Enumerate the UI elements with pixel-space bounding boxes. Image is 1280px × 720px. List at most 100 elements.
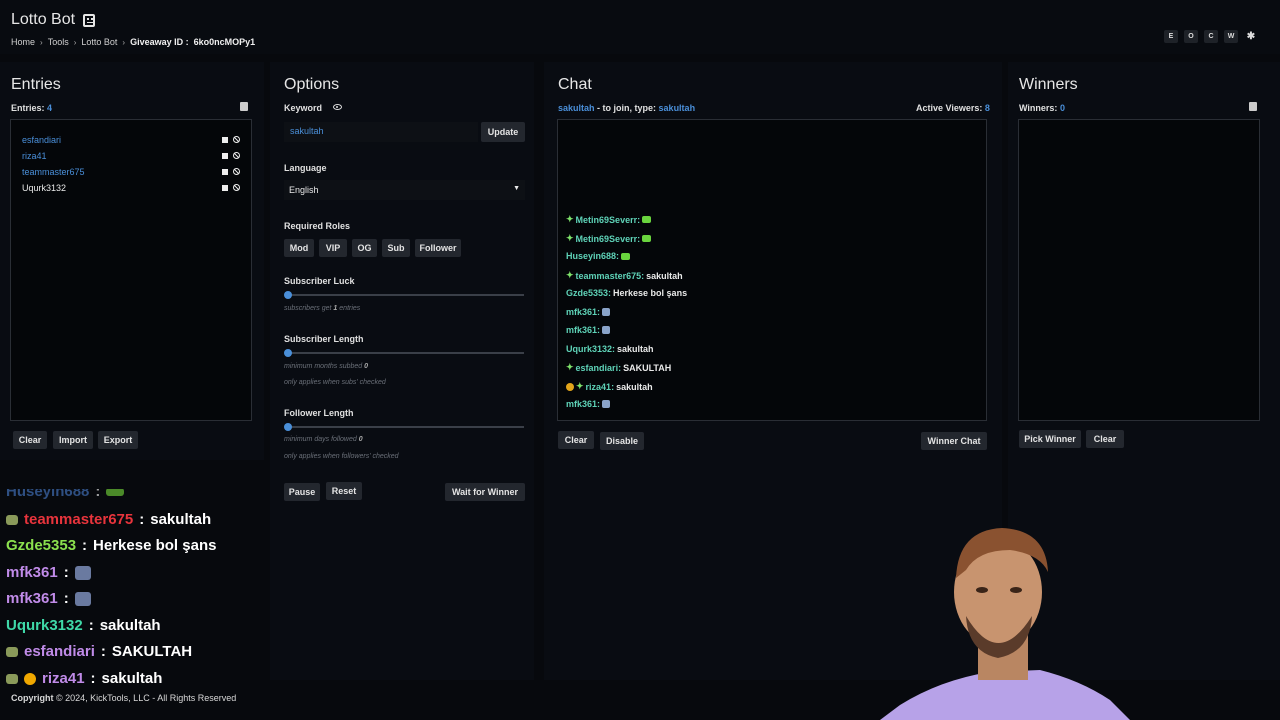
follower-length-handle[interactable] [284,423,292,431]
chat-text: Herkese bol şans [613,288,688,298]
import-button[interactable]: Import [53,431,93,449]
overlay-chat-line: esfandiari : SAKULTAH [6,643,192,660]
active-viewers: Active Viewers: 8 [916,103,990,113]
subscriber-length-label: Subscriber Length [284,334,364,344]
wait-for-winner-button[interactable]: Wait for Winner [445,483,525,501]
breadcrumb-lotto-bot[interactable]: Lotto Bot [81,37,117,47]
subscriber-length-value: 0 [364,363,369,370]
follower-length-hint: minimum days followed 0 [284,436,363,443]
overlay-separator: : [63,590,69,607]
pause-button[interactable]: Pause [284,483,320,501]
winner-chat-button[interactable]: Winner Chat [921,432,987,450]
keyword-label: Keyword [284,103,323,113]
chat-disable-button[interactable]: Disable [600,432,644,450]
overlay-separator: : [139,511,145,528]
chat-message: mfk361: [566,399,611,409]
subscriber-luck-handle[interactable] [284,291,292,299]
entry-name: Uqurk3132 [22,183,67,193]
overlay-text: sakultah [150,511,212,528]
winners-list [1018,119,1260,421]
emote-icon [602,326,611,334]
keyword-input[interactable]: sakultah [284,122,478,142]
role-vip-button[interactable]: VIP [319,239,347,257]
join-keyword: sakultah [658,103,696,113]
entries-clear-button[interactable]: Clear [13,431,47,449]
export-button[interactable]: Export [98,431,138,449]
chat-message: mfk361: [566,307,611,317]
chat-text: sakultah [617,344,654,354]
subscriber-length-handle[interactable] [284,349,292,357]
subscriber-length-slider[interactable] [288,352,524,354]
emote-icon [74,591,91,606]
chat-username: riza41: [585,381,615,392]
overlay-separator: : [100,643,106,660]
update-button[interactable]: Update [481,122,525,142]
ban-icon[interactable] [233,168,240,175]
square-icon[interactable] [222,136,228,143]
chevron-right-icon: › [122,37,126,47]
role-og-button[interactable]: OG [352,239,377,257]
role-follower-button[interactable]: Follower [415,239,461,257]
square-icon[interactable] [222,184,228,191]
corner-button-c[interactable]: C [1204,30,1218,43]
square-icon[interactable] [222,152,228,159]
chat-username: esfandiari: [575,362,622,373]
subscriber-luck-slider[interactable] [288,294,524,296]
options-panel [270,62,534,680]
copy-icon[interactable] [240,102,248,111]
chat-username: teammaster675: [575,270,645,281]
star-icon: ✦ [566,362,574,372]
breadcrumb-giveaway-label: Giveaway ID : [130,37,189,47]
role-mod-button[interactable]: Mod [284,239,314,257]
follower-length-slider[interactable] [288,426,524,428]
corner-buttons: E O C W ✱ [1164,30,1258,43]
chat-clear-button[interactable]: Clear [558,431,594,449]
follower-length-note: only applies when followers' checked [284,453,399,460]
badge-icon [6,673,18,684]
overlay-chat-line: Uqurk3132 : sakultah [6,617,161,634]
ban-icon[interactable] [233,136,240,143]
pick-winner-button[interactable]: Pick Winner [1019,430,1081,448]
entry-controls [222,136,240,143]
asterisk-icon[interactable]: ✱ [1244,30,1258,43]
overlay-text: Herkese bol şans [93,537,217,554]
overlay-separator: : [82,537,88,554]
corner-button-e[interactable]: E [1164,30,1178,43]
winners-clear-button[interactable]: Clear [1086,430,1124,448]
star-icon: ✦ [566,214,574,224]
role-sub-button[interactable]: Sub [382,239,410,257]
winners-count-label: Winners: [1019,103,1058,113]
emote-icon [74,565,91,580]
overlay-chat-line: Huseyin688 : [6,489,125,500]
overlay-separator: : [88,617,94,634]
entries-count-label: Entries: [11,103,45,113]
breadcrumb-home[interactable]: Home [11,37,35,47]
winners-count-row: Winners: 0 [1019,103,1065,113]
footer-text: © 2024, KickTools, LLC - All Rights Rese… [56,693,237,703]
breadcrumb-tools[interactable]: Tools [48,37,69,47]
breadcrumb-giveaway-id: 6ko0ncMOPy1 [193,37,256,47]
corner-button-w[interactable]: W [1224,30,1238,43]
copy-icon[interactable] [1249,102,1257,111]
overlay-username: Uqurk3132 [6,617,83,634]
chat-username: mfk361: [566,325,601,335]
language-value: English [289,185,319,195]
square-icon[interactable] [222,168,228,175]
breadcrumb: Home › Tools › Lotto Bot › Giveaway ID :… [11,37,255,47]
ban-icon[interactable] [233,184,240,191]
winners-heading: Winners [1019,76,1078,93]
entry-name: teammaster675 [22,167,85,177]
follower-length-label: Follower Length [284,408,354,418]
language-select[interactable]: English ▼ [284,180,525,200]
reset-button[interactable]: Reset [326,482,362,500]
chat-username: mfk361: [566,399,601,409]
overlay-text: sakultah [101,670,163,687]
entry-name: esfandiari [22,135,62,145]
ban-icon[interactable] [233,152,240,159]
corner-button-o[interactable]: O [1184,30,1198,43]
options-heading: Options [284,76,340,93]
eye-icon[interactable] [333,104,342,110]
badge-icon [6,646,18,657]
chevron-right-icon: › [73,37,77,47]
emote-icon [106,489,125,496]
